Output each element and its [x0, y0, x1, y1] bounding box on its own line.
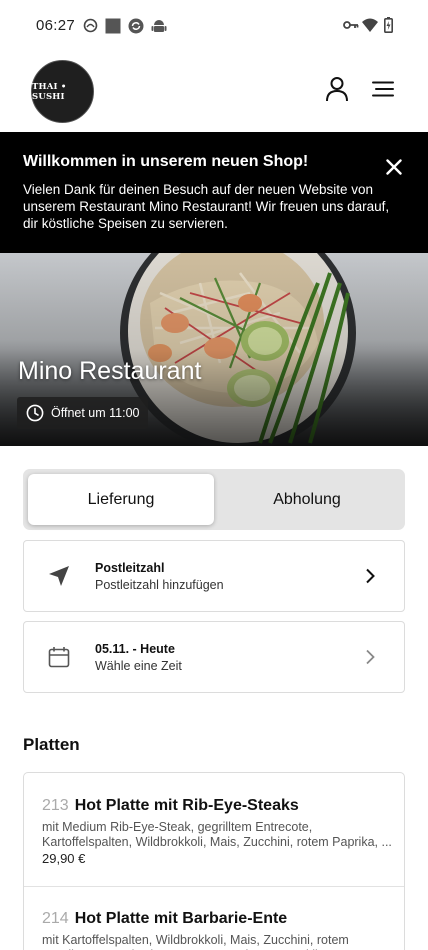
- menu-icon: [372, 81, 394, 102]
- square-icon: [105, 18, 121, 39]
- menu-item-price: 29,90 €: [42, 851, 86, 866]
- menu-list: 213 Hot Platte mit Rib-Eye-Steaks mit Med…: [23, 772, 405, 950]
- restaurant-name: Mino Restaurant: [18, 357, 202, 385]
- date-title: 05.11. - Heute: [95, 642, 175, 656]
- banner-close-button[interactable]: [381, 156, 407, 182]
- menu-item-number: 214: [42, 910, 69, 927]
- menu-item-description: mit Kartoffelspalten, Wildbrokkoli, Mais…: [42, 933, 349, 950]
- order-mode-toggle: Lieferung Abholung: [23, 469, 405, 530]
- menu-item-name: Hot Platte mit Rib-Eye-Steaks: [74, 797, 299, 814]
- chevron-right-icon: [360, 565, 380, 587]
- menu-item-header: 213 Hot Platte mit Rib-Eye-Steaks: [42, 797, 299, 815]
- time-subtitle: Wähle eine Zeit: [95, 659, 182, 673]
- app-icon: [83, 18, 98, 38]
- account-button[interactable]: [322, 76, 352, 106]
- restaurant-logo[interactable]: THAI • SUSHI: [31, 60, 94, 123]
- postcode-card[interactable]: Postleitzahl Postleitzahl hinzufügen: [23, 540, 405, 612]
- section-title: Platten: [23, 735, 80, 754]
- welcome-banner: Willkommen in unserem neuen Shop! Vielen…: [0, 132, 428, 253]
- status-time: 06:27: [36, 17, 76, 34]
- menu-item-description: mit Medium Rib-Eye-Steak, gegrilltem Ent…: [42, 820, 392, 849]
- menu-button[interactable]: [368, 76, 398, 106]
- banner-text: Vielen Dank für deinen Besuch auf der ne…: [23, 182, 390, 231]
- menu-item-header: 214 Hot Platte mit Barbarie-Ente: [42, 910, 287, 928]
- chevron-right-icon: [360, 646, 380, 668]
- banner-title: Willkommen in unserem neuen Shop!: [23, 153, 309, 170]
- logo-text: THAI • SUSHI: [32, 81, 67, 102]
- site-header: THAI • SUSHI: [0, 52, 428, 132]
- divider: [24, 886, 404, 887]
- time-card[interactable]: 05.11. - Heute Wähle eine Zeit: [23, 621, 405, 693]
- hero-section: Mino Restaurant Öffnet um 11:00: [0, 253, 428, 446]
- location-arrow-icon: [46, 563, 72, 589]
- menu-item-name: Hot Platte mit Barbarie-Ente: [74, 910, 288, 927]
- close-icon: [386, 158, 402, 180]
- wifi-icon: [362, 18, 378, 37]
- tab-delivery[interactable]: Lieferung: [28, 474, 214, 525]
- android-icon: [151, 18, 167, 39]
- opening-hours-badge: Öffnet um 11:00: [17, 397, 148, 429]
- postcode-title: Postleitzahl: [95, 561, 165, 575]
- postcode-subtitle: Postleitzahl hinzufügen: [95, 578, 224, 592]
- menu-item-number: 213: [42, 797, 69, 814]
- user-icon: [325, 76, 349, 107]
- status-bar: 06:27: [0, 0, 428, 52]
- battery-icon: [384, 17, 394, 38]
- calendar-icon: [46, 644, 72, 670]
- clock-icon: [26, 404, 44, 422]
- key-icon: [343, 18, 359, 37]
- sync-icon: [128, 18, 144, 39]
- tab-pickup[interactable]: Abholung: [214, 474, 400, 525]
- opening-hours-text: Öffnet um 11:00: [51, 406, 140, 420]
